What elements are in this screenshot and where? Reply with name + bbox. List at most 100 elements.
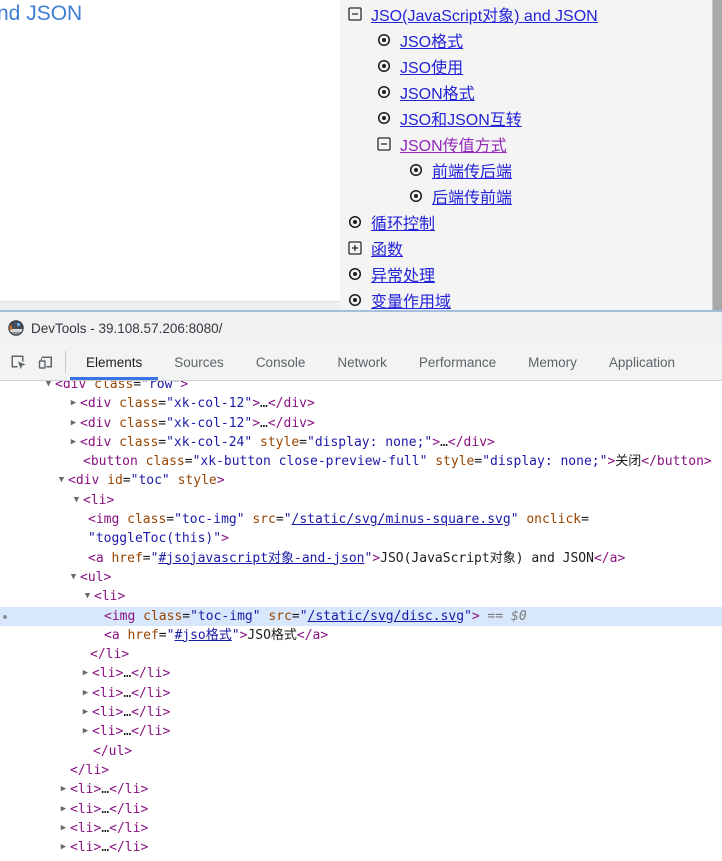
dom-tree-node[interactable]: </li> <box>0 645 722 664</box>
dom-tree-node[interactable]: ▶<li>…</li> <box>0 703 722 722</box>
vertical-scrollbar[interactable] <box>712 0 722 310</box>
code-segment: /static/svg/disc.svg <box>308 609 465 624</box>
toc-link[interactable]: 异常处理 <box>371 262 435 286</box>
code-segment: style <box>260 435 299 450</box>
toc-item: 函数 <box>348 237 403 259</box>
minus-square-icon[interactable] <box>377 137 391 151</box>
tab-sources[interactable]: Sources <box>158 344 240 380</box>
code-segment: > <box>217 473 225 488</box>
expand-arrow-icon[interactable]: ▶ <box>79 684 92 703</box>
toc-link[interactable]: 循环控制 <box>371 210 435 234</box>
code-segment: "display: none;" <box>482 454 607 469</box>
tab-performance[interactable]: Performance <box>403 344 512 380</box>
toc-link[interactable]: JSO使用 <box>400 54 463 78</box>
expand-arrow-icon[interactable]: ▶ <box>57 780 70 799</box>
dom-tree-node[interactable]: ▶<div class="xk-col-12">…</div> <box>0 414 722 433</box>
dom-tree-node[interactable]: ▶<li>…</li> <box>0 780 722 799</box>
inspect-element-icon[interactable] <box>4 344 32 380</box>
dom-tree-node[interactable]: ▼<li> <box>0 491 722 510</box>
code-segment: <ul> <box>80 570 111 585</box>
code-segment: </li> <box>131 705 170 720</box>
devtools-title: DevTools - 39.108.57.206:8080/ <box>31 321 222 336</box>
code-segment: <a <box>104 628 120 643</box>
code-segment: <li> <box>92 724 123 739</box>
toc-link[interactable]: JSON传值方式 <box>400 132 507 156</box>
dom-tree-node[interactable]: ▶<li>…</li> <box>0 800 722 819</box>
dom-tree-node[interactable]: </li> <box>0 761 722 780</box>
dom-tree-node[interactable]: ▶<li>…</li> <box>0 722 722 741</box>
dom-tree-node[interactable]: <button class="xk-button close-preview-f… <box>0 452 722 471</box>
expand-arrow-icon[interactable]: ▶ <box>79 722 92 741</box>
dom-tree-node[interactable]: </ul> <box>0 742 722 761</box>
dom-tree-node[interactable]: ▶<li>…</li> <box>0 838 722 857</box>
tab-memory[interactable]: Memory <box>512 344 593 380</box>
code-segment <box>252 435 260 450</box>
toc-link[interactable]: JSON格式 <box>400 80 475 104</box>
tab-network[interactable]: Network <box>321 344 403 380</box>
code-segment: = <box>158 416 166 431</box>
dom-tree-node[interactable]: <a href="#jso格式">JSO格式</a> <box>0 626 722 645</box>
code-segment: JSO(JavaScript对象) and JSON <box>380 551 594 566</box>
expand-arrow-icon[interactable]: ▶ <box>57 819 70 838</box>
expand-arrow-icon[interactable]: ▶ <box>79 703 92 722</box>
expand-arrow-icon[interactable]: ▶ <box>79 664 92 683</box>
code-segment: = <box>581 512 589 527</box>
tab-application[interactable]: Application <box>593 344 691 380</box>
dom-tree-node[interactable]: <img class="toc-img" src="/static/svg/di… <box>0 607 722 626</box>
toc-item: 循环控制 <box>348 211 435 233</box>
code-segment: <div <box>80 416 111 431</box>
toc-item: JSO(JavaScript对象) and JSON <box>348 3 598 25</box>
toggle-device-toolbar-icon[interactable] <box>32 344 60 380</box>
expand-arrow-icon[interactable]: ▶ <box>67 433 80 452</box>
collapse-arrow-icon[interactable]: ▼ <box>70 491 83 510</box>
code-segment: </li> <box>131 686 170 701</box>
browser-page: nd JSON JSO(JavaScript对象) and JSONJSO格式J… <box>0 0 722 310</box>
toc-link[interactable]: JSO(JavaScript对象) and JSON <box>371 2 598 26</box>
expand-arrow-icon[interactable]: ▶ <box>67 394 80 413</box>
dom-tree-node[interactable]: ▼<div id="toc" style> <box>0 471 722 490</box>
dom-tree-node[interactable]: <a href="#jsojavascript对象-and-json">JSO(… <box>0 549 722 568</box>
toc-item: JSO格式 <box>377 29 463 51</box>
code-segment: " <box>284 512 292 527</box>
code-segment <box>86 381 94 392</box>
expand-arrow-icon[interactable]: ▶ <box>67 414 80 433</box>
node-marker-dot <box>3 615 7 619</box>
toc-link[interactable]: 前端传后端 <box>432 158 512 182</box>
toc-link[interactable]: 函数 <box>371 236 403 260</box>
code-segment: href <box>111 551 142 566</box>
dom-tree-node[interactable]: ▶<div class="xk-col-12">…</div> <box>0 394 722 413</box>
toc-link[interactable]: 后端传前端 <box>432 184 512 208</box>
dom-tree-node[interactable]: ▼<li> <box>0 587 722 606</box>
dom-tree-node[interactable]: ▶<li>…</li> <box>0 819 722 838</box>
dom-tree-node[interactable]: ▼<div class="row"> <box>0 381 722 394</box>
code-segment: </li> <box>131 724 170 739</box>
collapse-arrow-icon[interactable]: ▼ <box>42 381 55 394</box>
tab-console[interactable]: Console <box>240 344 322 380</box>
code-segment: <img <box>88 512 119 527</box>
dom-tree-node[interactable]: <img class="toc-img" src="/static/svg/mi… <box>0 510 722 529</box>
elements-panel: ▼<div class="row">▶<div class="xk-col-12… <box>0 381 722 861</box>
code-segment: = <box>185 454 193 469</box>
expand-arrow-icon[interactable]: ▶ <box>57 838 70 857</box>
code-segment: "toc-img" <box>174 512 244 527</box>
toc-item: JSO和JSON互转 <box>377 107 522 129</box>
tab-elements[interactable]: Elements <box>70 344 158 380</box>
code-segment: " <box>464 609 472 624</box>
dom-tree-node[interactable]: ▶<li>…</li> <box>0 664 722 683</box>
dom-tree-node[interactable]: ▼<ul> <box>0 568 722 587</box>
toc-link[interactable]: JSO和JSON互转 <box>400 106 522 130</box>
dom-tree-node[interactable]: "toggleToc(this)"> <box>0 529 722 548</box>
collapse-arrow-icon[interactable]: ▼ <box>67 568 80 587</box>
code-segment: > <box>180 381 188 392</box>
toc-link[interactable]: 变量作用域 <box>371 288 451 312</box>
toc-link[interactable]: JSO格式 <box>400 28 463 52</box>
toc-item: 后端传前端 <box>409 185 512 207</box>
dom-tree-node[interactable]: ▶<div class="xk-col-24" style="display: … <box>0 433 722 452</box>
expand-arrow-icon[interactable]: ▶ <box>57 800 70 819</box>
code-segment: … <box>123 666 131 681</box>
minus-square-icon[interactable] <box>348 7 362 21</box>
dom-tree-node[interactable]: ▶<li>…</li> <box>0 684 722 703</box>
collapse-arrow-icon[interactable]: ▼ <box>55 471 68 490</box>
plus-square-icon[interactable] <box>348 241 362 255</box>
collapse-arrow-icon[interactable]: ▼ <box>81 587 94 606</box>
